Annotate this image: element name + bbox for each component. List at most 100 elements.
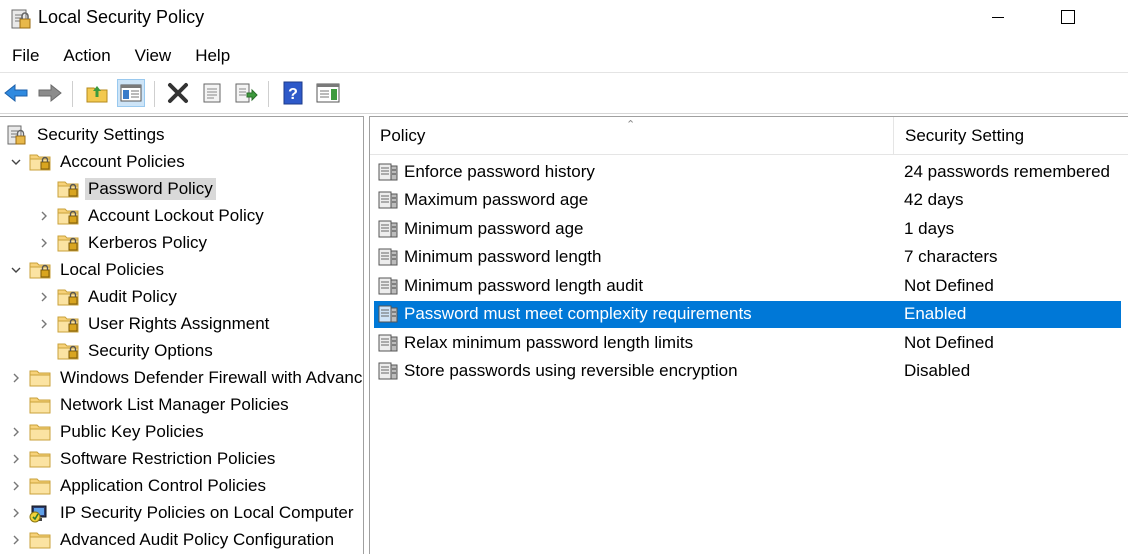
tree-item-password-policy[interactable]: Password Policy bbox=[37, 175, 216, 202]
policy-name: Relax minimum password length limits bbox=[404, 332, 694, 352]
properties-button[interactable] bbox=[198, 79, 226, 107]
title-bar: Local Security Policy bbox=[0, 0, 1128, 36]
column-header-security-setting[interactable]: Security Setting bbox=[895, 117, 1128, 155]
forward-button[interactable] bbox=[36, 79, 64, 107]
chevron-right-icon[interactable] bbox=[9, 371, 23, 385]
policy-list-pane: Policy ⌃ Security Setting Enforce passwo… bbox=[369, 116, 1128, 554]
locked-folder-icon bbox=[57, 180, 79, 198]
locked-folder-icon bbox=[57, 234, 79, 252]
svg-text:?: ? bbox=[288, 86, 298, 103]
minimize-button[interactable] bbox=[975, 0, 1021, 34]
back-button[interactable] bbox=[2, 79, 30, 107]
policy-row-store-passwords-using-reversible-encryption[interactable]: Store passwords using reversible encrypt… bbox=[374, 358, 1121, 385]
export-list-icon bbox=[235, 83, 258, 103]
policy-setting-icon bbox=[377, 361, 399, 381]
help-icon: ? bbox=[283, 81, 303, 105]
show-hide-console-tree-button[interactable] bbox=[117, 79, 145, 107]
maximize-icon bbox=[1061, 10, 1075, 24]
tree-item-security-options[interactable]: Security Options bbox=[37, 337, 216, 364]
policy-row-minimum-password-age[interactable]: Minimum password age 1 days bbox=[374, 215, 1121, 242]
security-setting-value: 42 days bbox=[904, 190, 964, 209]
chevron-right-icon[interactable] bbox=[37, 290, 51, 304]
folder-icon bbox=[29, 531, 51, 549]
console-tree[interactable]: Security Settings Account Policies Passwor… bbox=[0, 116, 364, 554]
tree-item-network-list-manager-policies[interactable]: Network List Manager Policies bbox=[9, 391, 292, 418]
policy-name: Store passwords using reversible encrypt… bbox=[404, 361, 738, 380]
help-button[interactable]: ? bbox=[279, 79, 307, 107]
tree-label: IP Security Policies on Local Computer bbox=[60, 502, 354, 522]
policy-row-password-must-meet-complexity-requirements[interactable]: Password must meet complexity requiremen… bbox=[374, 300, 1121, 328]
security-settings-icon bbox=[6, 124, 28, 146]
sort-ascending-icon: ⌃ bbox=[626, 119, 636, 131]
policy-setting-icon bbox=[377, 219, 399, 239]
tree-item-windows-defender-firewall-with-advanced-security[interactable]: Windows Defender Firewall with Advanced … bbox=[9, 364, 363, 391]
toolbar: ? bbox=[0, 72, 1128, 114]
menu-help[interactable]: Help bbox=[183, 40, 242, 72]
show-hide-action-pane-button[interactable] bbox=[314, 79, 342, 107]
chevron-down-icon[interactable] bbox=[9, 263, 23, 277]
tree-root-security-settings[interactable]: Security Settings bbox=[6, 121, 168, 148]
policy-setting-icon bbox=[377, 190, 399, 210]
window-title: Local Security Policy bbox=[38, 7, 205, 27]
chevron-right-icon[interactable] bbox=[37, 209, 51, 223]
policy-name: Enforce password history bbox=[404, 161, 595, 181]
policy-row-enforce-password-history[interactable]: Enforce password history 24 passwords rem… bbox=[374, 158, 1121, 185]
tree-label: Password Policy bbox=[85, 177, 216, 200]
tree-item-local-policies[interactable]: Local Policies bbox=[9, 256, 167, 283]
tree-label: Network List Manager Policies bbox=[60, 394, 289, 414]
tree-item-application-control-policies[interactable]: Application Control Policies bbox=[9, 472, 269, 499]
up-one-level-button[interactable] bbox=[83, 79, 111, 107]
delete-icon bbox=[168, 83, 188, 103]
folder-icon bbox=[29, 450, 51, 468]
menu-file[interactable]: File bbox=[0, 40, 51, 72]
folder-icon bbox=[29, 423, 51, 441]
menu-bar: File Action View Help bbox=[0, 40, 1128, 72]
policy-row-minimum-password-length[interactable]: Minimum password length 7 characters bbox=[374, 244, 1121, 271]
tree-item-kerberos-policy[interactable]: Kerberos Policy bbox=[37, 229, 210, 256]
tree-item-account-policies[interactable]: Account Policies bbox=[9, 148, 188, 175]
delete-button[interactable] bbox=[164, 79, 192, 107]
chevron-right-icon[interactable] bbox=[9, 479, 23, 493]
expander-placeholder bbox=[37, 182, 51, 196]
show-action-pane-icon bbox=[316, 83, 340, 103]
tree-item-software-restriction-policies[interactable]: Software Restriction Policies bbox=[9, 445, 278, 472]
chevron-right-icon[interactable] bbox=[9, 533, 23, 547]
locked-folder-icon bbox=[29, 261, 51, 279]
policy-row-maximum-password-age[interactable]: Maximum password age 42 days bbox=[374, 187, 1121, 214]
tree-label: Public Key Policies bbox=[60, 421, 204, 441]
policy-setting-icon bbox=[377, 247, 399, 267]
show-hide-tree-icon bbox=[120, 84, 142, 102]
maximize-button[interactable] bbox=[1045, 0, 1091, 34]
chevron-down-icon[interactable] bbox=[9, 155, 23, 169]
security-policy-app-icon bbox=[10, 6, 32, 30]
chevron-right-icon[interactable] bbox=[37, 236, 51, 250]
policy-setting-icon bbox=[377, 162, 399, 182]
locked-folder-icon bbox=[57, 288, 79, 306]
chevron-right-icon[interactable] bbox=[37, 317, 51, 331]
policy-row-relax-minimum-password-length-limits[interactable]: Relax minimum password length limits Not … bbox=[374, 329, 1121, 356]
tree-label: Application Control Policies bbox=[60, 475, 266, 495]
chevron-right-icon[interactable] bbox=[9, 425, 23, 439]
tree-item-user-rights-assignment[interactable]: User Rights Assignment bbox=[37, 310, 272, 337]
policy-name: Minimum password length audit bbox=[404, 275, 644, 295]
menu-action[interactable]: Action bbox=[51, 40, 122, 72]
up-folder-icon bbox=[86, 86, 108, 103]
tree-item-audit-policy[interactable]: Audit Policy bbox=[37, 283, 180, 310]
policy-name: Maximum password age bbox=[404, 190, 589, 209]
tree-label: User Rights Assignment bbox=[88, 313, 270, 333]
tree-item-ip-security-policies-on-local-computer[interactable]: IP Security Policies on Local Computer bbox=[9, 499, 357, 526]
tree-label: Account Policies bbox=[60, 151, 185, 171]
menu-view[interactable]: View bbox=[123, 40, 184, 72]
export-list-button[interactable] bbox=[232, 79, 260, 107]
chevron-right-icon[interactable] bbox=[9, 506, 23, 520]
tree-item-advanced-audit-policy-configuration[interactable]: Advanced Audit Policy Configuration bbox=[9, 526, 337, 553]
locked-folder-icon bbox=[57, 342, 79, 360]
chevron-right-icon[interactable] bbox=[9, 452, 23, 466]
tree-item-public-key-policies[interactable]: Public Key Policies bbox=[9, 418, 207, 445]
column-header-setting-label: Security Setting bbox=[905, 126, 1025, 145]
minimize-icon bbox=[992, 16, 1004, 18]
tree-item-account-lockout-policy[interactable]: Account Lockout Policy bbox=[37, 202, 267, 229]
policy-setting-icon bbox=[377, 276, 399, 296]
locked-folder-icon bbox=[57, 315, 79, 333]
policy-row-minimum-password-length-audit[interactable]: Minimum password length audit Not Defined bbox=[374, 272, 1121, 299]
